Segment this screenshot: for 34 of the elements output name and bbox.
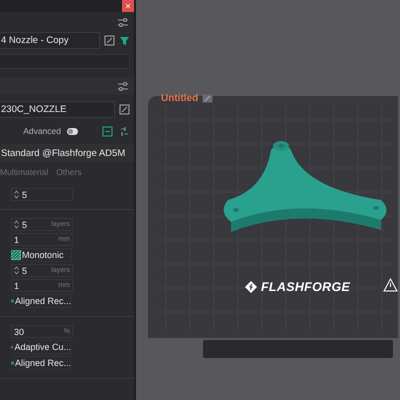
pattern-dropdown[interactable]: Aligned Rec... bbox=[11, 294, 72, 308]
number-field[interactable]: 5 bbox=[11, 188, 73, 201]
settings-icon[interactable] bbox=[117, 16, 129, 28]
field-value: 5 bbox=[22, 220, 28, 230]
field-value: 30 bbox=[14, 326, 24, 336]
pattern-dropdown[interactable]: Aligned Rec... bbox=[11, 356, 72, 370]
field-value: 1 bbox=[14, 280, 20, 290]
advanced-toggle[interactable] bbox=[67, 128, 78, 134]
brand-logo-text: FLASHFORGE bbox=[261, 280, 350, 294]
spinner-icon[interactable] bbox=[14, 190, 19, 199]
edit-icon[interactable] bbox=[104, 35, 115, 46]
filament-preset-field[interactable]: 4 Nozzle - Copy bbox=[0, 32, 100, 49]
field-value: 5 bbox=[22, 190, 28, 200]
pattern-name: Adaptive Cu... bbox=[14, 342, 71, 352]
spinner-icon[interactable] bbox=[14, 266, 19, 275]
field-value: 1 bbox=[14, 234, 20, 244]
pattern-name: Aligned Rec... bbox=[14, 358, 71, 368]
advanced-label: Advanced bbox=[23, 126, 61, 136]
plate-title: Untitled bbox=[161, 93, 198, 104]
edit-icon[interactable] bbox=[202, 94, 214, 103]
pattern-dropdown[interactable]: Adaptive Cu... bbox=[11, 340, 72, 354]
logo-icon bbox=[245, 281, 257, 293]
edit-icon[interactable] bbox=[119, 104, 130, 115]
compare-icon[interactable] bbox=[119, 126, 130, 136]
spinner-icon[interactable] bbox=[14, 220, 19, 229]
pattern-dropdown[interactable]: Monotonic bbox=[11, 248, 72, 262]
pattern-name: Monotonic bbox=[22, 250, 64, 260]
field-value: 5 bbox=[22, 266, 28, 276]
close-button[interactable]: × bbox=[122, 0, 134, 12]
nozzle-preset-field[interactable]: 230C_NOZZLE bbox=[0, 101, 115, 118]
settings-icon[interactable] bbox=[117, 80, 129, 92]
document-icon[interactable] bbox=[102, 126, 113, 136]
warning-icon bbox=[383, 278, 398, 294]
pattern-name: Aligned Rec... bbox=[14, 296, 71, 306]
